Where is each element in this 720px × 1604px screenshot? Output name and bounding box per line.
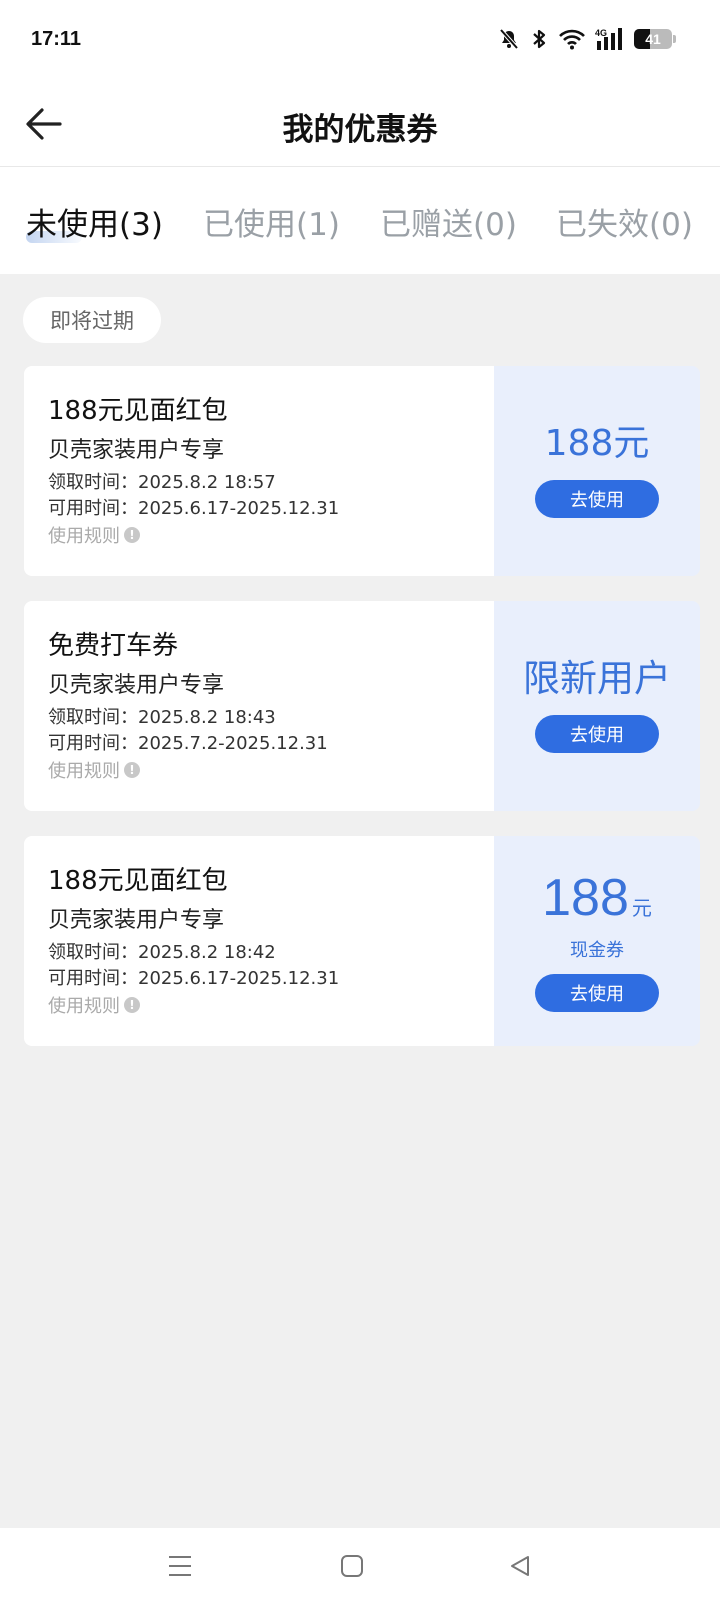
coupon-title: 188元见面红包 xyxy=(48,866,228,896)
valid-time: 可用时间：2025.6.17-2025.12.31 xyxy=(48,498,340,519)
coupon-subtitle: 贝壳家装用户专享 xyxy=(48,908,225,933)
info-icon: ! xyxy=(124,527,140,543)
coupon-card: 188元见面红包 贝壳家装用户专享 领取时间：2025.8.2 18:57 可用… xyxy=(24,366,700,576)
use-coupon-button[interactable]: 去使用 xyxy=(535,973,659,1012)
network-label: 4G xyxy=(595,28,607,38)
usage-rules-label: 使用规则 xyxy=(48,996,120,1017)
back-triangle-icon xyxy=(511,1556,529,1576)
status-time: 17:11 xyxy=(31,28,82,50)
back-nav-button[interactable] xyxy=(502,1548,538,1584)
received-time: 领取时间：2025.8.2 18:43 xyxy=(48,707,276,728)
usage-rules-link[interactable]: 使用规则 ! xyxy=(48,757,140,783)
received-time: 领取时间：2025.8.2 18:42 xyxy=(48,942,276,963)
usage-rules-link[interactable]: 使用规则 ! xyxy=(48,522,140,548)
coupon-value-panel: 188元 去使用 xyxy=(494,366,700,576)
coupon-title: 188元见面红包 xyxy=(48,396,228,426)
info-icon: ! xyxy=(124,997,140,1013)
expiring-soon-filter[interactable]: 即将过期 xyxy=(23,297,161,343)
use-coupon-button[interactable]: 去使用 xyxy=(535,715,659,753)
home-button[interactable] xyxy=(334,1548,370,1584)
status-bar: 17:11 4G 41 xyxy=(0,0,720,82)
battery-icon: 41 xyxy=(634,29,672,49)
coupon-info: 188元见面红包 贝壳家装用户专享 领取时间：2025.8.2 18:57 可用… xyxy=(24,366,494,576)
bluetooth-icon xyxy=(533,29,546,49)
coupon-type: 现金券 xyxy=(570,939,624,961)
menu-icon xyxy=(169,1556,191,1576)
wifi-icon xyxy=(559,29,585,50)
coupon-card: 188元见面红包 贝壳家装用户专享 领取时间：2025.8.2 18:42 可用… xyxy=(24,836,700,1046)
new-user-only-label: 限新用户 xyxy=(523,657,671,700)
usage-rules-label: 使用规则 xyxy=(48,526,120,547)
coupon-value-panel: 188 元 现金券 去使用 xyxy=(494,836,700,1046)
coupon-info: 188元见面红包 贝壳家装用户专享 领取时间：2025.8.2 18:42 可用… xyxy=(24,836,494,1046)
header: 我的优惠券 xyxy=(0,82,720,167)
status-icons: 4G 41 xyxy=(498,27,676,51)
info-icon: ! xyxy=(124,762,140,778)
mute-bell-icon xyxy=(499,28,519,50)
usage-rules-label: 使用规则 xyxy=(48,761,120,782)
tab-unused[interactable]: 未使用(3) xyxy=(26,199,163,244)
usage-rules-link[interactable]: 使用规则 ! xyxy=(48,992,140,1018)
coupon-title: 免费打车券 xyxy=(48,631,179,661)
received-time: 领取时间：2025.8.2 18:57 xyxy=(48,472,276,493)
home-square-icon xyxy=(341,1555,363,1577)
battery-level: 41 xyxy=(645,31,661,47)
tab-gifted[interactable]: 已赠送(0) xyxy=(380,199,517,244)
tab-expired[interactable]: 已失效(0) xyxy=(556,199,693,244)
use-coupon-button[interactable]: 去使用 xyxy=(535,480,659,518)
coupon-subtitle: 贝壳家装用户专享 xyxy=(48,438,225,463)
system-nav-bar xyxy=(0,1528,720,1604)
tab-used[interactable]: 已使用(1) xyxy=(203,199,340,244)
page-title: 我的优惠券 xyxy=(282,112,438,148)
signal-4g-icon: 4G xyxy=(595,28,622,50)
valid-time: 可用时间：2025.7.2-2025.12.31 xyxy=(48,733,328,754)
coupon-info: 免费打车券 贝壳家装用户专享 领取时间：2025.8.2 18:43 可用时间：… xyxy=(24,601,494,811)
coupon-value: 188元 xyxy=(544,423,650,464)
coupon-subtitle: 贝壳家装用户专享 xyxy=(48,673,225,698)
recent-apps-button[interactable] xyxy=(162,1548,198,1584)
coupon-amount: 188 xyxy=(542,868,629,927)
valid-time: 可用时间：2025.6.17-2025.12.31 xyxy=(48,968,340,989)
coupon-value-panel: 限新用户 去使用 xyxy=(494,601,700,811)
coupon-card: 免费打车券 贝壳家装用户专享 领取时间：2025.8.2 18:43 可用时间：… xyxy=(24,601,700,811)
coupon-value: 188 元 xyxy=(542,871,652,936)
coupon-unit: 元 xyxy=(631,897,652,920)
coupon-tabs: 未使用(3) 已使用(1) 已赠送(0) 已失效(0) xyxy=(0,167,720,274)
